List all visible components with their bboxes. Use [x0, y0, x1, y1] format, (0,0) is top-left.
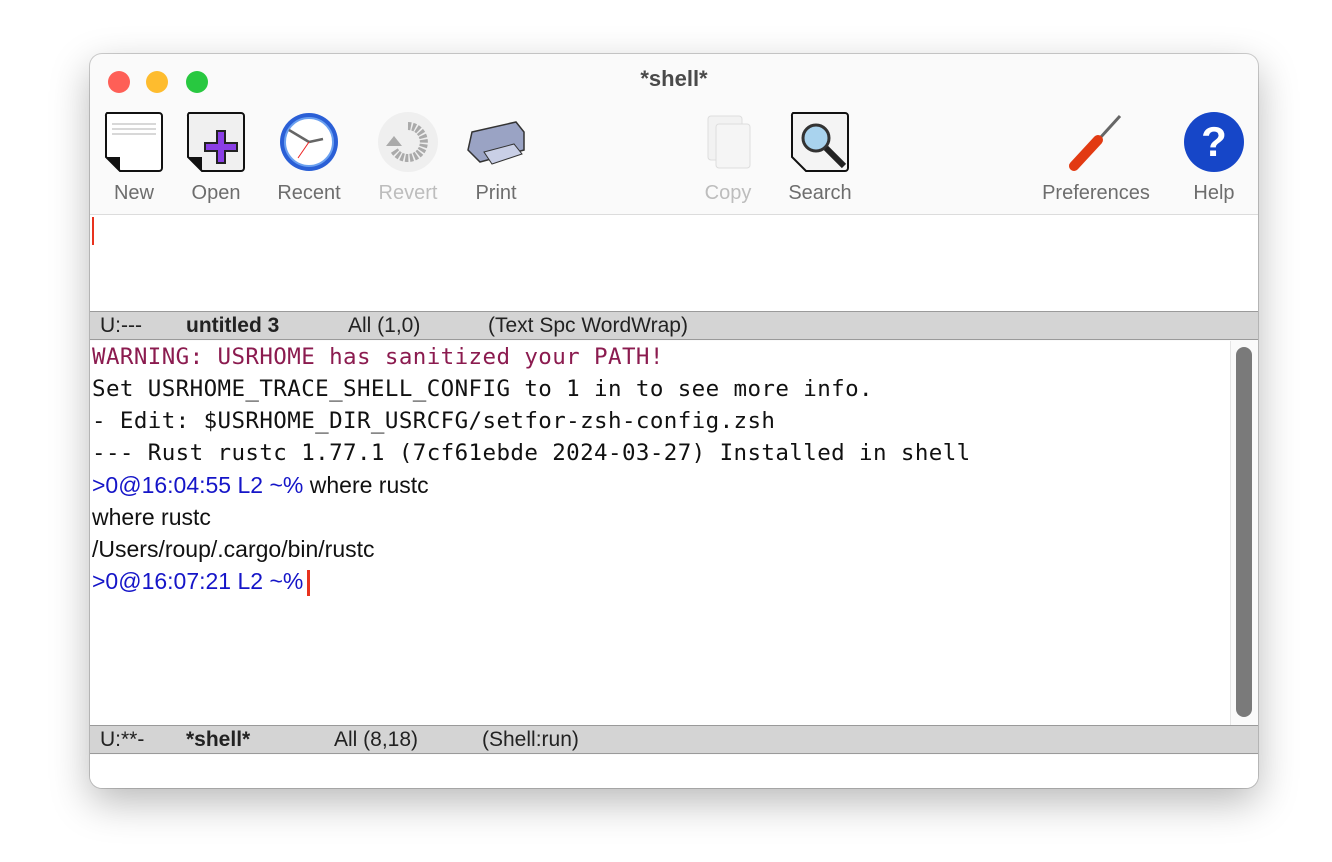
modeline-status: U:**-	[100, 728, 145, 751]
prompt-line: >0@16:07:21 L2 ~%	[92, 565, 311, 597]
open-file-icon	[186, 112, 245, 172]
output-line: /Users/roup/.cargo/bin/rustc	[92, 536, 375, 562]
modeline-position: All (8,18)	[334, 728, 419, 751]
cursor	[307, 569, 311, 596]
copy-icon	[707, 115, 751, 169]
svg-text:?: ?	[1201, 118, 1227, 165]
modeline-buffer-name[interactable]: untitled 3	[186, 312, 279, 339]
revert-icon	[378, 112, 438, 172]
modeline-status: U:---	[100, 314, 142, 337]
printer-icon	[467, 121, 525, 165]
modeline-modes[interactable]: (Text Spc WordWrap)	[488, 312, 688, 339]
output-line: Set USRHOME_TRACE_SHELL_CONFIG to 1 in t…	[92, 376, 873, 402]
warning-line: WARNING: USRHOME has sanitized your PATH…	[92, 344, 664, 370]
emacs-window: *shell* New Open Recent Revert Print Cop…	[90, 54, 1258, 788]
output-line: --- Rust rustc 1.77.1 (7cf61ebde 2024-03…	[92, 440, 971, 466]
untitled-buffer[interactable]	[90, 215, 1258, 311]
window-title: *shell*	[640, 66, 708, 91]
output-line: where rustc	[92, 504, 211, 530]
shell-buffer[interactable]: WARNING: USRHOME has sanitized your PATH…	[90, 341, 1258, 725]
command: where rustc	[303, 472, 429, 498]
modeline-position: All (1,0)	[348, 314, 421, 337]
print-button[interactable]: Print	[436, 110, 556, 205]
modeline-modes[interactable]: (Shell:run)	[482, 726, 579, 753]
prompt: >0@16:07:21 L2 ~%	[92, 568, 304, 594]
cursor	[92, 217, 94, 245]
mode-line-bottom[interactable]: U:**- *shell* All (8,18) (Shell:run)	[90, 725, 1258, 754]
scrollbar-thumb[interactable]	[1236, 347, 1252, 717]
modeline-buffer-name[interactable]: *shell*	[186, 726, 250, 753]
prompt-line: >0@16:04:55 L2 ~% where rustc	[92, 469, 429, 501]
screwdriver-icon	[1069, 114, 1122, 171]
minibuffer[interactable]	[90, 755, 1258, 788]
help-icon: ?	[1184, 112, 1244, 172]
clock-icon	[280, 113, 338, 171]
search-button[interactable]: Search	[760, 110, 880, 205]
magnifier-icon	[790, 112, 849, 172]
help-button[interactable]: ? Help	[1154, 110, 1258, 205]
prompt: >0@16:04:55 L2 ~%	[92, 472, 304, 498]
mode-line-top[interactable]: U:--- untitled 3 All (1,0) (Text Spc Wor…	[90, 311, 1258, 340]
preferences-button[interactable]: Preferences	[1036, 110, 1156, 205]
output-line: - Edit: $USRHOME_DIR_USRCFG/setfor-zsh-c…	[92, 408, 776, 434]
